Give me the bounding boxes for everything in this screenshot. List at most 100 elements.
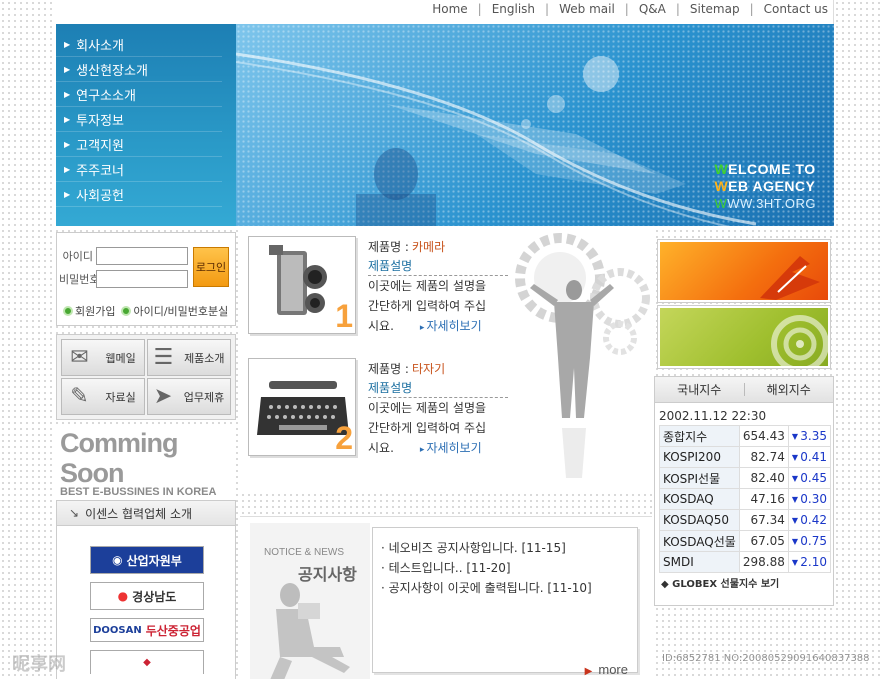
green-promo-banner[interactable]: [657, 305, 831, 369]
product-more-link[interactable]: 자세히보기: [420, 441, 482, 455]
nav-contact-link[interactable]: Contact us: [764, 2, 828, 16]
archive-button[interactable]: ✎ 자료실: [61, 378, 145, 415]
globex-link[interactable]: ◆ GLOBEX 선물지수 보기: [661, 575, 779, 590]
nav-qna-link[interactable]: Q&A: [639, 2, 666, 16]
notice-item[interactable]: 공지사항이 이곳에 출력됩니다. [11-10]: [381, 578, 629, 598]
product-desc-heading: 제품설명: [368, 256, 508, 276]
archive-label: 자료실: [105, 390, 136, 404]
stock-change-value: 0.42: [800, 513, 827, 527]
notice-more-link[interactable]: ▶ more: [585, 662, 628, 677]
quick-menu: ✉ 웹메일 ☰ 제품소개 ✎ 자료실 ➤ 업무제휴: [56, 334, 236, 420]
bullet-icon: [121, 306, 132, 316]
tab-domestic[interactable]: 국내지수: [655, 377, 744, 402]
top-nav: Home | English | Web mail | Q&A | Sitema…: [432, 2, 828, 16]
coming-soon-banner: Comming Soon BEST E-BUSSINES IN KOREA: [56, 426, 236, 498]
stock-row: 종합지수 654.43 ▼ 3.35: [659, 425, 832, 447]
notice-label-big: 공지사항: [298, 565, 357, 584]
menu-item-label: 사회공헌: [76, 188, 124, 204]
partner-logo-doosan[interactable]: DOOSAN 두산중공업: [90, 618, 204, 642]
product-desc-line: 시요.: [368, 441, 394, 455]
partner-logo-mke[interactable]: ◉ 산업자원부: [90, 546, 204, 574]
product-button[interactable]: ☰ 제품소개: [147, 339, 231, 376]
arrow-down-icon: ▼: [791, 558, 798, 567]
partner-logo-fourth[interactable]: ◆: [90, 650, 204, 674]
stock-value: 67.05: [738, 530, 789, 552]
nav-english-link[interactable]: English: [492, 2, 535, 16]
orange-promo-banner[interactable]: [657, 239, 831, 303]
webmail-label: 웹메일: [105, 351, 136, 365]
menu-item-label: 주주코너: [76, 163, 124, 179]
arrow-down-icon: ▼: [791, 537, 798, 546]
welcome-text: WELCOME TO WEB AGENCY WWW.3HT.ORG: [714, 161, 816, 212]
arrow-graphic: [760, 256, 820, 300]
stock-datetime: 2002.11.12 22:30: [659, 409, 767, 423]
id-label: 아이디: [62, 250, 93, 263]
nav-webmail-link[interactable]: Web mail: [559, 2, 615, 16]
stock-value: 82.40: [738, 467, 789, 489]
stock-value: 654.43: [738, 425, 789, 447]
stock-change-value: 3.35: [800, 429, 827, 443]
nav-home-link[interactable]: Home: [432, 2, 467, 16]
menu-item-label: 투자정보: [76, 113, 124, 129]
password-input[interactable]: [96, 270, 188, 288]
partnership-button[interactable]: ➤ 업무제휴: [147, 378, 231, 415]
webmail-button[interactable]: ✉ 웹메일: [61, 339, 145, 376]
stock-value: 47.16: [738, 488, 789, 510]
menu-item-social[interactable]: ▶ 사회공헌: [56, 182, 222, 207]
arrow-right-icon: ▶: [64, 64, 71, 74]
partner-logo-gyeongnam[interactable]: ● 경상남도: [90, 582, 204, 610]
menu-item-investment[interactable]: ▶ 투자정보: [56, 107, 222, 132]
product-more-link[interactable]: 자세히보기: [420, 319, 482, 333]
partnership-label: 업무제휴: [183, 390, 225, 404]
triangle-right-icon: ▶: [584, 666, 593, 677]
product-desc-heading: 제품설명: [368, 378, 508, 398]
stock-change-value: 0.30: [800, 492, 827, 506]
find-account-link[interactable]: 아이디/비밀번호분실: [121, 303, 228, 319]
stock-value: 298.88: [738, 551, 789, 573]
stock-change: ▼ 3.35: [787, 425, 832, 447]
stock-change: ▼ 0.75: [787, 530, 832, 552]
arrow-right-icon: ▶: [64, 139, 71, 149]
stock-change: ▼ 0.45: [787, 467, 832, 489]
arrow-right-icon: ▶: [64, 114, 71, 124]
menu-item-company[interactable]: ▶ 회사소개: [56, 32, 222, 57]
stock-row: KOSDAQ선물 67.05 ▼ 0.75: [659, 530, 832, 552]
menu-item-production[interactable]: ▶ 생산현장소개: [56, 57, 222, 82]
stock-row: KOSDAQ 47.16 ▼ 0.30: [659, 488, 832, 510]
bullet-icon: [63, 306, 73, 316]
product-thumbnail[interactable]: 2: [248, 358, 356, 456]
hero-banner: WELCOME TO WEB AGENCY WWW.3HT.ORG: [236, 24, 834, 226]
product-desc-line: 이곳에는 제품의 설명을: [368, 401, 487, 415]
product-thumbnail[interactable]: 1: [248, 236, 356, 334]
stack-icon: ☰: [153, 345, 174, 370]
menu-item-label: 고객지원: [76, 138, 124, 154]
stock-row: KOSDAQ50 67.34 ▼ 0.42: [659, 509, 832, 531]
id-input[interactable]: [96, 247, 188, 265]
signup-link[interactable]: 회원가입: [63, 303, 115, 319]
menu-item-support[interactable]: ▶ 고객지원: [56, 132, 222, 157]
notice-panel: NOTICE & NEWS 공지사항 네오비즈 공지사항입니다. [11-15]…: [240, 516, 652, 679]
product-name: 제품명 : 카메라: [368, 236, 508, 256]
nav-separator: |: [545, 2, 550, 16]
stock-name: KOSPI200: [659, 446, 740, 468]
product-number: 2: [335, 420, 353, 456]
menu-item-shareholders[interactable]: ▶ 주주코너: [56, 157, 222, 182]
stock-change: ▼ 0.41: [787, 446, 832, 468]
notice-item[interactable]: 네오비즈 공지사항입니다. [11-15]: [381, 538, 629, 558]
sun-icon: ●: [117, 589, 129, 603]
partner-logo-label: 산업자원부: [126, 553, 182, 568]
arrow-right-icon: ▶: [64, 89, 71, 99]
notice-item[interactable]: 테스트입니다.. [11-20]: [381, 558, 629, 578]
stock-name: KOSDAQ선물: [659, 530, 740, 552]
stock-change: ▼ 0.30: [787, 488, 832, 510]
tab-foreign[interactable]: 해외지수: [745, 377, 834, 402]
login-id-row: 아이디: [59, 247, 188, 265]
login-button[interactable]: 로그인: [193, 247, 229, 287]
nav-separator: |: [477, 2, 482, 16]
menu-item-research[interactable]: ▶ 연구소소개: [56, 82, 222, 107]
globex-label: GLOBEX 선물지수 보기: [672, 579, 780, 590]
product-desc-line: 간단하게 입력하여 주십: [368, 299, 487, 313]
stock-row: KOSPI선물 82.40 ▼ 0.45: [659, 467, 832, 489]
nav-sitemap-link[interactable]: Sitemap: [690, 2, 740, 16]
product-info: 제품명 : 타자기 제품설명 이곳에는 제품의 설명을 간단하게 입력하여 주십 …: [368, 358, 508, 460]
